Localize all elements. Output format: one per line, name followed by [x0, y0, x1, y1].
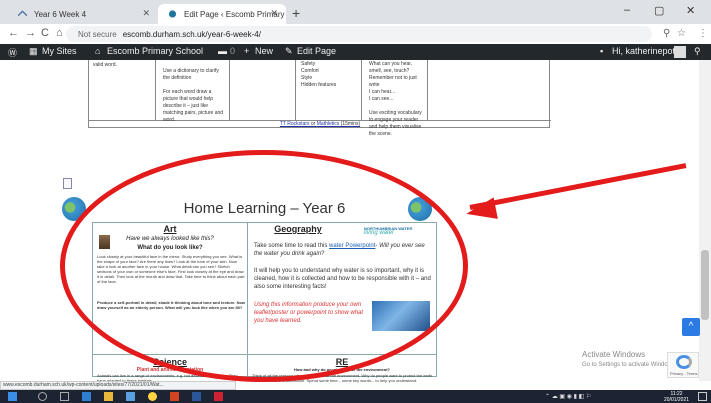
- activate-subtitle: Go to Settings to activate Windows.: [582, 362, 677, 368]
- chrome-icon[interactable]: [148, 392, 157, 401]
- file-explorer-icon[interactable]: [104, 392, 113, 401]
- my-sites-icon: ▦: [29, 46, 38, 56]
- mathletics-link[interactable]: Mathletics: [317, 121, 340, 127]
- document-icon[interactable]: [63, 178, 72, 189]
- school-favicon-icon: [18, 10, 27, 17]
- edit-page-link[interactable]: Edit Page: [297, 46, 336, 56]
- red-highlight-ellipse: [60, 150, 468, 382]
- tab-edit-page[interactable]: Edit Page ‹ Escomb Primary Scho ✕: [158, 4, 286, 24]
- minimize-button[interactable]: –: [624, 4, 630, 16]
- recaptcha-terms[interactable]: Privacy - Terms: [670, 371, 697, 376]
- app-icon[interactable]: [214, 392, 223, 401]
- task-view-icon[interactable]: [60, 392, 69, 401]
- close-tab-icon[interactable]: ✕: [142, 8, 150, 19]
- table-divider: [427, 60, 428, 120]
- table-footer-links: TT Rockstars or Mathletics (15mins): [89, 121, 551, 128]
- new-link[interactable]: New: [255, 46, 273, 56]
- not-secure-label: Not secure: [78, 29, 117, 39]
- activate-title: Activate Windows: [582, 350, 646, 359]
- my-sites-link[interactable]: My Sites: [42, 46, 77, 56]
- recaptcha-icon: [676, 355, 692, 369]
- plus-icon: +: [244, 46, 250, 56]
- notification-icon[interactable]: ▪: [600, 46, 603, 56]
- table-cell: Safety Comfort Style Hidden features: [301, 61, 337, 88]
- comments-count: 0: [230, 46, 236, 56]
- link-separator: or: [309, 121, 317, 127]
- wordpress-icon: [168, 10, 177, 18]
- reload-button[interactable]: C: [41, 27, 49, 39]
- home-button[interactable]: ⌂: [56, 27, 63, 39]
- site-home-icon: ⌂: [95, 46, 101, 56]
- tray-icons[interactable]: ⌃ ☁ ▣ ◉ ▮ ◧ ⚐: [545, 393, 591, 400]
- powerpoint-icon[interactable]: [170, 392, 179, 401]
- scroll-to-top-button[interactable]: ^: [682, 318, 700, 336]
- browser-tab-bar: Year 6 Week 4 ✕ Edit Page ‹ Escomb Prima…: [0, 0, 711, 24]
- table-cell: Use a dictionary to clarify the definiti…: [163, 68, 224, 123]
- tt-rockstars-link[interactable]: TT Rockstars: [280, 121, 310, 127]
- wordpress-logo-icon[interactable]: Ⓦ: [8, 46, 17, 59]
- url-field[interactable]: Not secure escomb.durham.sch.uk/year-6-w…: [66, 26, 652, 42]
- maximize-button[interactable]: ▢: [654, 4, 664, 17]
- table-divider: [361, 60, 362, 120]
- activate-windows-watermark: Activate Windows Go to Settings to activ…: [582, 349, 677, 371]
- clock-date: 20/01/2021: [664, 397, 690, 403]
- table-divider: [229, 60, 230, 120]
- lesson-table: valid word. Use a dictionary to clarify …: [88, 60, 551, 137]
- bookmark-star-icon[interactable]: ☆: [677, 28, 686, 39]
- pencil-icon: ✎: [285, 46, 293, 56]
- mail-icon[interactable]: [126, 392, 135, 401]
- taskbar-clock[interactable]: 11:22 20/01/2021: [664, 391, 689, 403]
- close-window-button[interactable]: ✕: [686, 4, 695, 17]
- link-status-bar: www.escomb.durham.sch.uk/wp-content/uplo…: [0, 381, 236, 390]
- notifications-icon[interactable]: [698, 392, 707, 401]
- site-name-link[interactable]: Escomb Primary School: [107, 46, 203, 56]
- search-icon[interactable]: ⚲: [694, 46, 701, 57]
- start-icon[interactable]: [8, 392, 17, 401]
- wp-admin-bar: Ⓦ ▦ My Sites ⌂ Escomb Primary School ▬ 0…: [0, 44, 711, 60]
- table-divider: [295, 60, 296, 120]
- new-tab-button[interactable]: +: [292, 5, 300, 21]
- tab-year6-week4[interactable]: Year 6 Week 4 ✕: [8, 4, 158, 24]
- address-bar-row: ← → C ⌂ Not secure escomb.durham.sch.uk/…: [0, 24, 711, 44]
- zoom-icon[interactable]: ⚲: [663, 28, 670, 39]
- word-icon[interactable]: [192, 392, 201, 401]
- link-suffix: (15mins): [339, 121, 361, 127]
- close-tab-icon[interactable]: ✕: [270, 8, 278, 19]
- avatar[interactable]: [674, 46, 686, 58]
- table-divider: [155, 60, 156, 120]
- tab-label: Year 6 Week 4: [34, 9, 87, 19]
- table-cell: valid word.: [93, 62, 117, 68]
- back-button[interactable]: ←: [8, 27, 19, 39]
- comments-icon[interactable]: ▬: [218, 46, 227, 56]
- forward-button[interactable]: →: [25, 27, 36, 39]
- scrollbar-thumb[interactable]: [701, 250, 709, 320]
- recaptcha-badge[interactable]: Privacy - Terms: [667, 352, 699, 378]
- account-greeting[interactable]: Hi, katherinepotts: [612, 46, 682, 56]
- page-scrollbar[interactable]: [699, 60, 711, 381]
- edge-icon[interactable]: [82, 392, 91, 401]
- windows-taskbar: ⌃ ☁ ▣ ◉ ▮ ◧ ⚐ 11:22 20/01/2021: [0, 390, 711, 403]
- menu-dots-icon[interactable]: ⋮: [698, 28, 708, 39]
- url-text: escomb.durham.sch.uk/year-6-week-4/: [122, 29, 261, 39]
- search-icon[interactable]: [38, 392, 47, 401]
